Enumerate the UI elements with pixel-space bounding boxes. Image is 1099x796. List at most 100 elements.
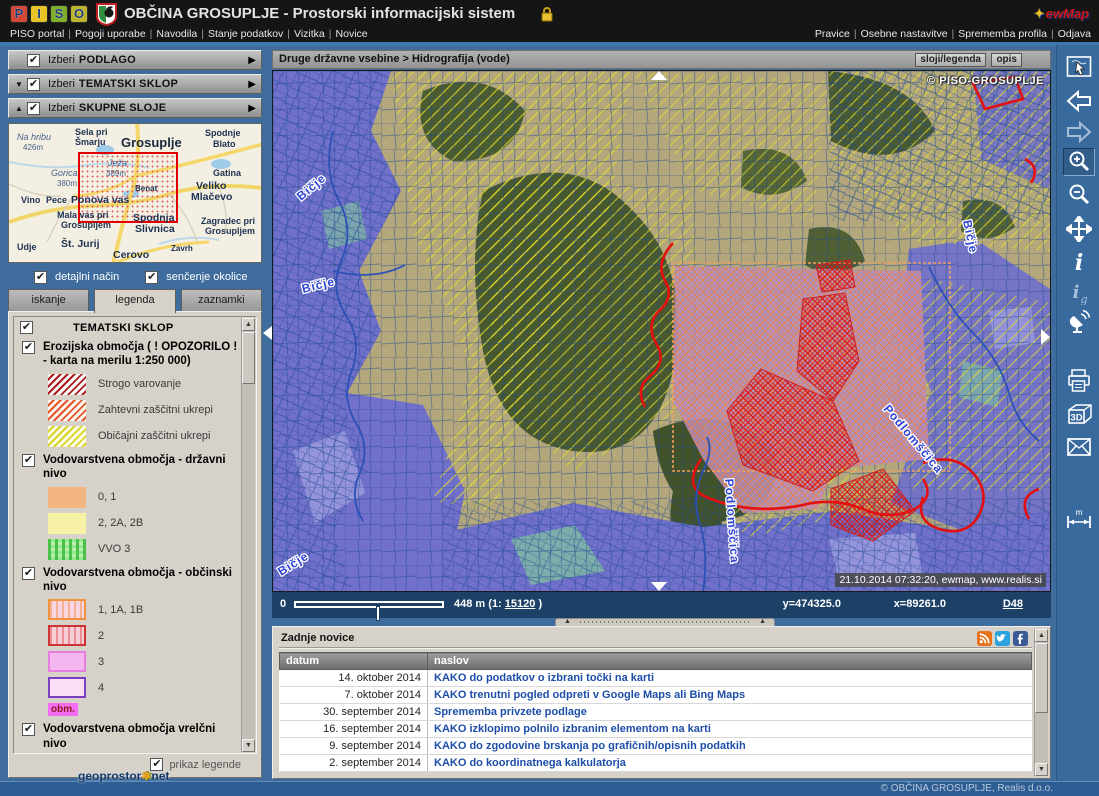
- scale-text: 448 m (1: 15120 ): [454, 598, 542, 610]
- overview-minimap[interactable]: Na hribu426mSela priŠmarjuGrosupljeSpodn…: [8, 123, 262, 263]
- zoom-out-button[interactable]: [1063, 181, 1095, 209]
- scroll-up-icon[interactable]: ▲: [1035, 629, 1048, 642]
- sloji-legenda-button[interactable]: sloji/legenda: [915, 53, 986, 67]
- geoprostor-logo[interactable]: geoprostor✱net: [78, 769, 169, 783]
- accordion-izberi-skupne-sloje[interactable]: ▲ ✔ Izberi SKUPNE SLOJE ▶: [8, 98, 262, 118]
- nav-novice[interactable]: Novice: [336, 28, 368, 40]
- legend-group-checkbox[interactable]: ✔: [22, 454, 35, 467]
- scroll-down-icon[interactable]: ▼: [242, 739, 255, 752]
- minimap-place-label: Benat: [135, 184, 157, 193]
- nav-osebne-nastavitve[interactable]: Osebne nastavitve: [861, 28, 948, 40]
- tematski-sklop-checkbox[interactable]: ✔: [20, 321, 33, 334]
- minimap-place-label: 389m: [106, 169, 126, 178]
- history-forward-button[interactable]: [1063, 118, 1095, 146]
- identify-group-info-button[interactable]: ig: [1063, 278, 1095, 306]
- news-table: datum naslov 14. oktober 2014KAKO do pod…: [279, 652, 1032, 772]
- scale-ratio-link[interactable]: 15120: [505, 598, 536, 610]
- minimap-place-label: Mlačevo: [191, 191, 232, 203]
- detajlni-nacin-checkbox[interactable]: ✔: [34, 271, 47, 284]
- news-title-link[interactable]: KAKO do podatkov o izbrani točki na kart…: [428, 670, 1032, 687]
- minimap-place-label: Ponova vas: [71, 194, 129, 206]
- ewmap-star-icon: ✦: [1034, 6, 1045, 21]
- tab-iskanje[interactable]: iskanje: [8, 289, 89, 311]
- legend-item: 4: [48, 677, 240, 698]
- minimap-place-label: Št. Jurij: [61, 238, 100, 250]
- accordion-prefix: Izberi: [48, 78, 75, 90]
- map-copyright: © PISO-GROSUPLJE: [927, 75, 1044, 87]
- svg-text:i: i: [1073, 282, 1080, 303]
- nav-vizitka[interactable]: Vizitka: [294, 28, 325, 40]
- minimap-place-label: Na hribu: [17, 132, 51, 142]
- nav-pravice[interactable]: Pravice: [815, 28, 850, 40]
- legend-scroll-thumb[interactable]: [242, 332, 255, 384]
- layer-checkbox[interactable]: ✔: [27, 78, 40, 91]
- legend-item: Strogo varovanje: [48, 374, 240, 395]
- legend-swatch-m1: [48, 599, 86, 620]
- zoom-in-button[interactable]: [1063, 148, 1095, 176]
- scale-slider-thumb[interactable]: [376, 606, 380, 621]
- accordion-izberi-tematski-sklop[interactable]: ▼ ✔ Izberi TEMATSKI SKLOP ▶: [8, 74, 262, 94]
- map-canvas[interactable]: Bičje Bičje Bičje Bičje Podlomščica Podl…: [272, 70, 1051, 592]
- news-title-link[interactable]: KAKO trenutni pogled odpreti v Google Ma…: [428, 687, 1032, 704]
- layer-checkbox[interactable]: ✔: [27, 54, 40, 67]
- piso-logo[interactable]: P I S O: [10, 5, 88, 23]
- legend-group-checkbox[interactable]: ✔: [22, 341, 35, 354]
- nav-pogoji-uporabe[interactable]: Pogoji uporabe: [75, 28, 146, 40]
- header-divider: [0, 42, 1099, 46]
- news-panel-collapse-handle[interactable]: ▲▲: [555, 618, 775, 626]
- identify-info-button[interactable]: i: [1063, 248, 1095, 276]
- svg-text:3D: 3D: [1070, 413, 1082, 424]
- opis-button[interactable]: opis: [991, 53, 1022, 67]
- legend-scrollbar[interactable]: ▲ ▼: [241, 318, 255, 752]
- twitter-icon[interactable]: [995, 631, 1010, 646]
- rss-icon[interactable]: [977, 631, 992, 646]
- layer-checkbox[interactable]: ✔: [27, 102, 40, 115]
- tab-zaznamki[interactable]: zaznamki: [181, 289, 262, 311]
- tab-legenda[interactable]: legenda: [94, 289, 175, 313]
- minimap-place-label: Zavrh: [171, 244, 193, 253]
- sencenje-okolice-checkbox[interactable]: ✔: [145, 271, 158, 284]
- accordion-label: PODLAGO: [79, 54, 136, 66]
- nav-sprememba-profila[interactable]: Sprememba profila: [958, 28, 1047, 40]
- datum-d48-link[interactable]: D48: [1003, 598, 1023, 610]
- nav-piso-portal[interactable]: PISO portal: [10, 28, 64, 40]
- legend-item: 2, 2A, 2B: [48, 513, 240, 534]
- news-title-link[interactable]: KAKO do zgodovine brskanja po grafičnih/…: [428, 738, 1032, 755]
- pan-south-arrow[interactable]: [651, 582, 667, 591]
- news-scroll-thumb[interactable]: [1035, 643, 1048, 713]
- send-mail-button[interactable]: [1063, 433, 1095, 461]
- scale-slider[interactable]: [294, 601, 444, 608]
- accordion-izberi-podlago[interactable]: ✔ Izberi PODLAGO ▶: [8, 50, 262, 70]
- scroll-down-icon[interactable]: ▼: [1035, 763, 1048, 776]
- nav-navodila[interactable]: Navodila: [156, 28, 197, 40]
- zoom-full-extent-button[interactable]: [1063, 53, 1095, 81]
- sidebar-collapse-arrow[interactable]: [263, 326, 272, 340]
- facebook-icon[interactable]: [1013, 631, 1028, 646]
- sidebar-tabs: iskanjelegenda zaznamki: [8, 289, 262, 311]
- legend-item-label: 0, 1: [98, 491, 116, 503]
- history-back-button[interactable]: [1063, 87, 1095, 115]
- minimap-place-label: Grosuplje: [121, 135, 182, 150]
- top-nav-right: Pravice|Osebne nastavitve|Sprememba prof…: [815, 28, 1091, 40]
- gps-button[interactable]: [1063, 308, 1095, 336]
- news-date: 30. september 2014: [280, 704, 428, 721]
- print-button[interactable]: [1063, 367, 1095, 395]
- legend-group-header: ✔Vodovarstvena območja - občinski nivo: [20, 566, 240, 595]
- pan-north-arrow[interactable]: [651, 71, 667, 80]
- map-options: ✔ detajlni način ✔ senčenje okolice: [8, 268, 262, 286]
- news-title-link[interactable]: Sprememba privzete podlage: [428, 704, 1032, 721]
- nav-stanje-podatkov[interactable]: Stanje podatkov: [208, 28, 283, 40]
- nav-odjava[interactable]: Odjava: [1058, 28, 1091, 40]
- legend-group-checkbox[interactable]: ✔: [22, 723, 35, 736]
- legend-swatch-vvo3: [48, 539, 86, 560]
- news-title-link[interactable]: KAKO do koordinatnega kalkulatorja: [428, 755, 1032, 772]
- news-title-link[interactable]: KAKO izklopimo polnilo izbranim elemento…: [428, 721, 1032, 738]
- scroll-up-icon[interactable]: ▲: [242, 318, 255, 331]
- pan-button[interactable]: [1063, 215, 1095, 243]
- pan-east-arrow[interactable]: [1041, 329, 1050, 345]
- view-3d-button[interactable]: 3D: [1063, 401, 1095, 429]
- legend-group-checkbox[interactable]: ✔: [22, 567, 35, 580]
- legend-swatch-m4: [48, 677, 86, 698]
- news-scrollbar[interactable]: ▲ ▼: [1034, 629, 1048, 776]
- measure-button[interactable]: m: [1063, 505, 1095, 533]
